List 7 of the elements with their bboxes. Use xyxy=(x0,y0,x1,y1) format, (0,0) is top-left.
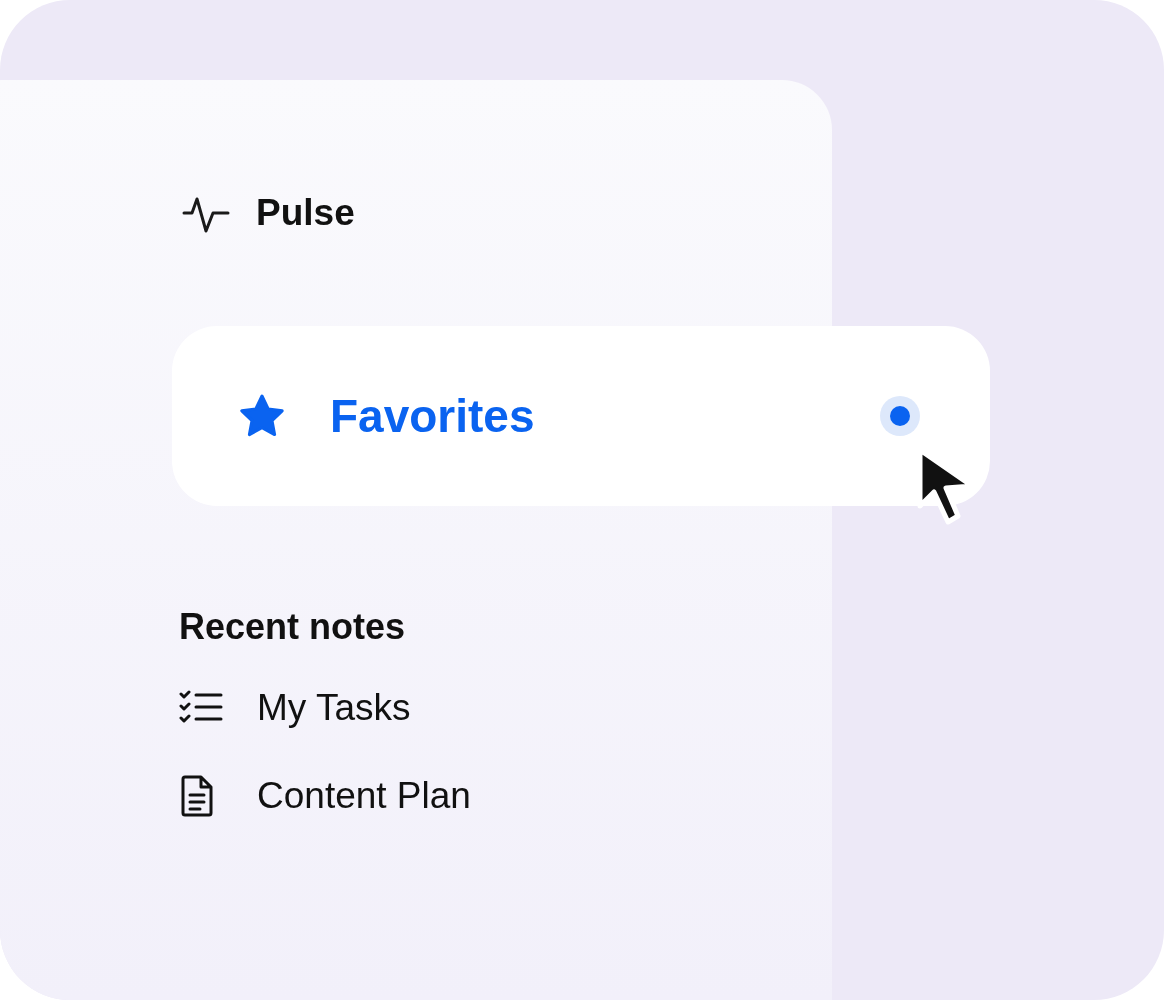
note-link[interactable]: My Tasks xyxy=(257,680,411,736)
note-link[interactable]: Content Plan xyxy=(257,768,471,824)
item-label: Favorites xyxy=(330,388,535,444)
app-name: Pulse xyxy=(256,191,355,236)
section-heading: Recent notes xyxy=(179,605,407,649)
star-icon xyxy=(238,393,286,439)
document-icon xyxy=(179,775,215,817)
